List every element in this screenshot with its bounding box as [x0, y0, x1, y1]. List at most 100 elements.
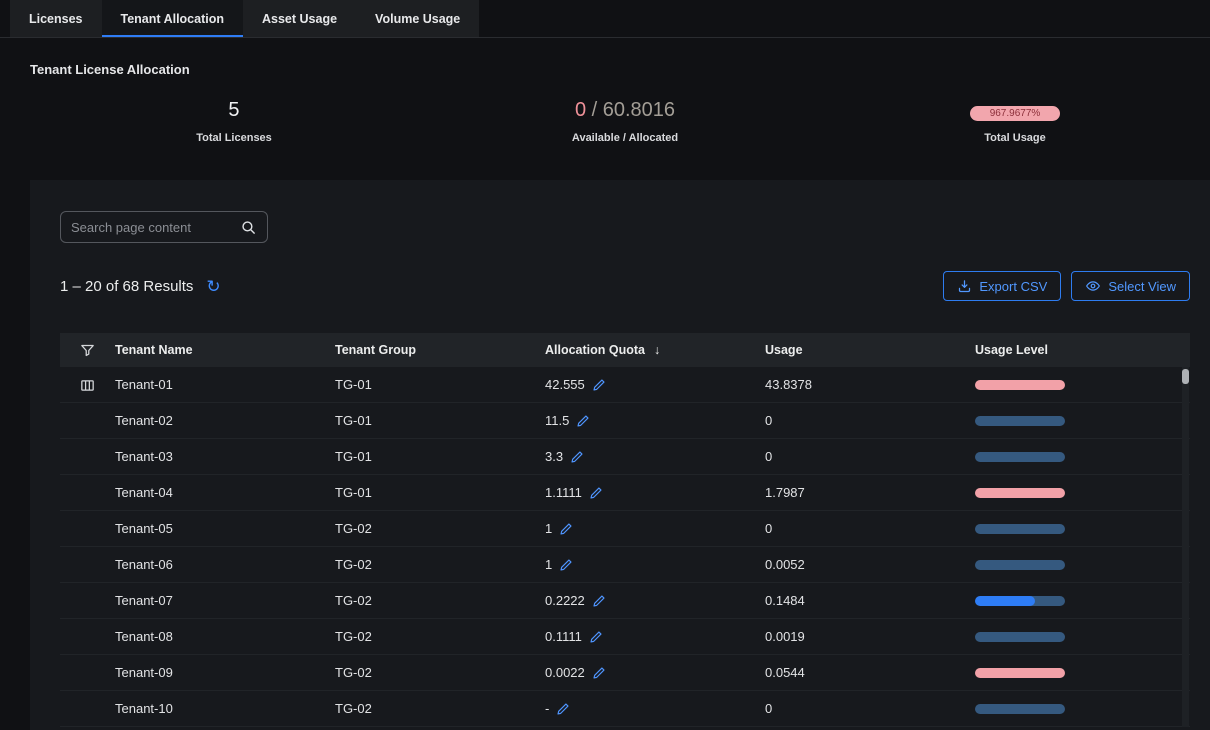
usage-cell: 0 — [765, 413, 975, 428]
results-left: 1 – 20 of 68 Results ↻ — [60, 278, 221, 295]
results-count: 1 – 20 of 68 Results — [60, 278, 193, 295]
download-icon — [957, 279, 972, 294]
tab-asset-usage[interactable]: Asset Usage — [243, 0, 356, 37]
usage-level-cell — [975, 452, 1190, 462]
table-row: Tenant-02 TG-01 11.5 0 — [60, 403, 1190, 439]
available-value: 0 — [575, 99, 586, 121]
allocation-quota-cell: 42.555 — [545, 377, 765, 392]
quota-value: 42.555 — [545, 377, 585, 392]
quota-value: - — [545, 701, 549, 716]
usage-cell: 0.0544 — [765, 665, 975, 680]
search-icon[interactable] — [240, 219, 257, 236]
column-header-tenant-group[interactable]: Tenant Group — [335, 343, 545, 357]
column-header-usage-level[interactable]: Usage Level — [975, 343, 1190, 357]
tenant-group-cell: TG-02 — [335, 629, 545, 644]
total-usage-value: 967.9677% — [970, 99, 1060, 123]
tenant-name-cell: Tenant-04 — [115, 485, 335, 500]
usage-level-cell — [975, 524, 1190, 534]
edit-quota-icon[interactable] — [570, 450, 584, 464]
usage-level-bar — [975, 560, 1065, 570]
search-box[interactable] — [60, 211, 268, 243]
tenant-name-cell: Tenant-10 — [115, 701, 335, 716]
table-row: Tenant-04 TG-01 1.1111 1.7987 — [60, 475, 1190, 511]
usage-level-cell — [975, 632, 1190, 642]
usage-level-bar — [975, 524, 1065, 534]
columns-icon[interactable] — [60, 367, 115, 403]
table-scrollbar[interactable] — [1182, 367, 1189, 727]
total-licenses-label: Total Licenses — [196, 132, 272, 144]
column-header-tenant-name[interactable]: Tenant Name — [115, 343, 335, 357]
tenant-name-cell: Tenant-08 — [115, 629, 335, 644]
eye-icon — [1085, 278, 1101, 294]
export-csv-button[interactable]: Export CSV — [943, 271, 1061, 301]
usage-cell: 0 — [765, 449, 975, 464]
tab-tenant-allocation[interactable]: Tenant Allocation — [102, 0, 243, 37]
tenant-group-cell: TG-02 — [335, 521, 545, 536]
filter-icon[interactable] — [60, 342, 115, 359]
edit-quota-icon[interactable] — [589, 630, 603, 644]
tenant-group-cell: TG-01 — [335, 485, 545, 500]
stat-available-allocated: 0 / 60.8016 Available / Allocated — [572, 99, 678, 144]
edit-quota-icon[interactable] — [576, 414, 590, 428]
edit-quota-icon[interactable] — [559, 522, 573, 536]
usage-level-cell — [975, 704, 1190, 714]
table-actions: Export CSV Select View — [943, 271, 1190, 301]
usage-level-cell — [975, 560, 1190, 570]
refresh-icon[interactable]: ↻ — [206, 278, 220, 295]
usage-level-bar — [975, 596, 1065, 606]
table-row: Tenant-08 TG-02 0.1111 0.0019 — [60, 619, 1190, 655]
edit-quota-icon[interactable] — [592, 378, 606, 392]
select-view-button[interactable]: Select View — [1071, 271, 1190, 301]
tab-strip: LicensesTenant AllocationAsset UsageVolu… — [10, 0, 479, 37]
tenant-name-cell: Tenant-01 — [115, 377, 335, 392]
edit-quota-icon[interactable] — [592, 594, 606, 608]
scrollbar-thumb[interactable] — [1182, 369, 1189, 384]
tenant-group-cell: TG-02 — [335, 701, 545, 716]
tenant-table: Tenant Name Tenant Group Allocation Quot… — [60, 333, 1190, 727]
edit-quota-icon[interactable] — [589, 486, 603, 500]
column-header-usage[interactable]: Usage — [765, 343, 975, 357]
table-body: Tenant-01 TG-01 42.555 43.8378 Tenant-02… — [60, 367, 1190, 727]
edit-quota-icon[interactable] — [556, 702, 570, 716]
tenant-name-cell: Tenant-02 — [115, 413, 335, 428]
allocation-quota-cell: 3.3 — [545, 449, 765, 464]
usage-cell: 0.1484 — [765, 593, 975, 608]
tenant-group-cell: TG-01 — [335, 449, 545, 464]
tenant-group-cell: TG-02 — [335, 665, 545, 680]
tenant-name-cell: Tenant-09 — [115, 665, 335, 680]
sort-desc-icon[interactable]: ↓ — [654, 343, 660, 357]
usage-cell: 0.0019 — [765, 629, 975, 644]
tenant-group-cell: TG-01 — [335, 377, 545, 392]
quota-value: 1.1111 — [545, 485, 582, 500]
allocation-quota-cell: 1 — [545, 557, 765, 572]
quota-value: 1 — [545, 521, 552, 536]
quota-value: 0.0022 — [545, 665, 585, 680]
tab-licenses[interactable]: Licenses — [10, 0, 102, 37]
total-licenses-value: 5 — [196, 99, 272, 123]
available-allocated-label: Available / Allocated — [572, 132, 678, 144]
tenant-name-cell: Tenant-05 — [115, 521, 335, 536]
usage-cell: 0 — [765, 521, 975, 536]
usage-cell: 43.8378 — [765, 377, 975, 392]
search-input[interactable] — [71, 220, 240, 235]
table-row: Tenant-09 TG-02 0.0022 0.0544 — [60, 655, 1190, 691]
usage-level-cell — [975, 380, 1190, 390]
results-row: 1 – 20 of 68 Results ↻ Export CSV — [60, 271, 1190, 301]
edit-quota-icon[interactable] — [592, 666, 606, 680]
quota-value: 11.5 — [545, 413, 569, 428]
stat-total-licenses: 5 Total Licenses — [196, 99, 272, 144]
usage-level-bar — [975, 416, 1065, 426]
tenant-name-cell: Tenant-03 — [115, 449, 335, 464]
allocation-quota-cell: 11.5 — [545, 413, 765, 428]
tab-volume-usage[interactable]: Volume Usage — [356, 0, 479, 37]
table-row: Tenant-05 TG-02 1 0 — [60, 511, 1190, 547]
allocation-quota-cell: 0.2222 — [545, 593, 765, 608]
edit-quota-icon[interactable] — [559, 558, 573, 572]
usage-level-bar — [975, 704, 1065, 714]
table-header: Tenant Name Tenant Group Allocation Quot… — [60, 333, 1190, 367]
usage-level-bar — [975, 452, 1065, 462]
allocation-quota-cell: 1 — [545, 521, 765, 536]
tenant-name-cell: Tenant-06 — [115, 557, 335, 572]
tab-bar: LicensesTenant AllocationAsset UsageVolu… — [0, 0, 1210, 38]
column-header-allocation-quota[interactable]: Allocation Quota↓ — [545, 343, 765, 357]
